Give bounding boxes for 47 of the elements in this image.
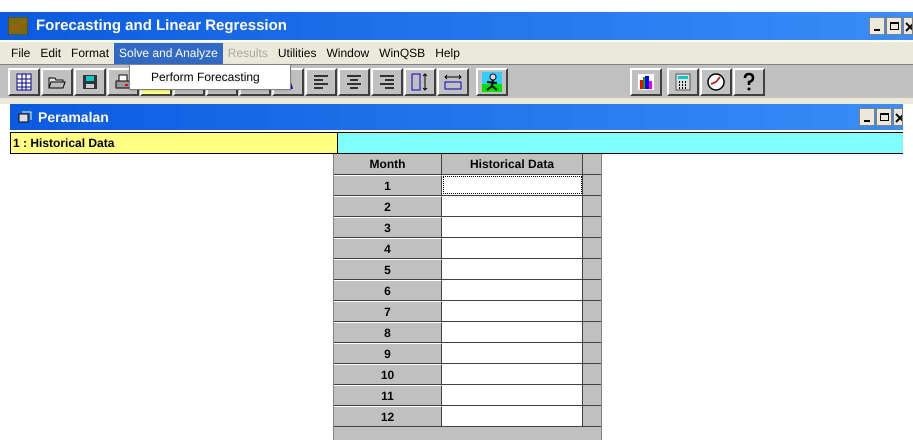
- menu-item[interactable]: Help: [430, 42, 465, 64]
- column-width-icon[interactable]: [437, 68, 469, 96]
- document-icon: [18, 111, 32, 123]
- menu-item[interactable]: Window: [321, 42, 374, 64]
- calculator-icon[interactable]: [667, 68, 699, 96]
- grid-icon[interactable]: [8, 68, 40, 96]
- help-icon[interactable]: [733, 68, 765, 96]
- maximize-icon[interactable]: [886, 17, 902, 35]
- menu-item[interactable]: Solve and Analyze: [114, 42, 223, 64]
- column-header: Month: [334, 154, 442, 174]
- row-height-icon[interactable]: [404, 68, 436, 96]
- table-cell[interactable]: [442, 238, 583, 258]
- menu-item[interactable]: WinQSB: [374, 42, 430, 64]
- table-cell[interactable]: [442, 343, 583, 363]
- minimize-icon[interactable]: [869, 17, 885, 35]
- app-logo-icon: [8, 17, 28, 35]
- clock-icon[interactable]: [700, 68, 732, 96]
- table-cell[interactable]: [442, 259, 583, 279]
- sheet-label: 1 : Historical Data: [10, 132, 338, 154]
- align-right-icon[interactable]: [371, 68, 403, 96]
- maximize-icon[interactable]: [876, 108, 892, 126]
- align-left-icon[interactable]: [305, 68, 337, 96]
- menu-item[interactable]: Format: [66, 42, 114, 64]
- table-cell[interactable]: [442, 217, 583, 237]
- menu-item[interactable]: Edit: [35, 42, 66, 64]
- child-window-title: Peramalan: [38, 108, 110, 126]
- minimize-icon[interactable]: [859, 108, 875, 126]
- menu-item[interactable]: Utilities: [272, 42, 322, 64]
- table-cell[interactable]: [442, 280, 583, 300]
- table-cell[interactable]: [442, 301, 583, 321]
- table-cell[interactable]: [442, 364, 583, 384]
- table-cell[interactable]: [442, 322, 583, 342]
- close-icon[interactable]: [893, 108, 903, 126]
- column-header: Historical Data: [442, 154, 583, 174]
- align-center-icon[interactable]: [338, 68, 370, 96]
- close-icon[interactable]: [903, 17, 913, 35]
- menu-option[interactable]: Perform Forecasting: [130, 68, 290, 86]
- table-cell[interactable]: [442, 385, 583, 405]
- menu-item[interactable]: File: [6, 42, 36, 64]
- table-cell[interactable]: [442, 406, 583, 426]
- running-figure-icon[interactable]: [476, 68, 508, 96]
- save-icon[interactable]: [74, 68, 106, 96]
- table-cell[interactable]: [442, 196, 583, 216]
- folder-icon[interactable]: [41, 68, 73, 96]
- table-cell[interactable]: [442, 175, 583, 195]
- window-title: Forecasting and Linear Regression: [36, 16, 288, 36]
- bar-chart-icon[interactable]: [630, 68, 662, 96]
